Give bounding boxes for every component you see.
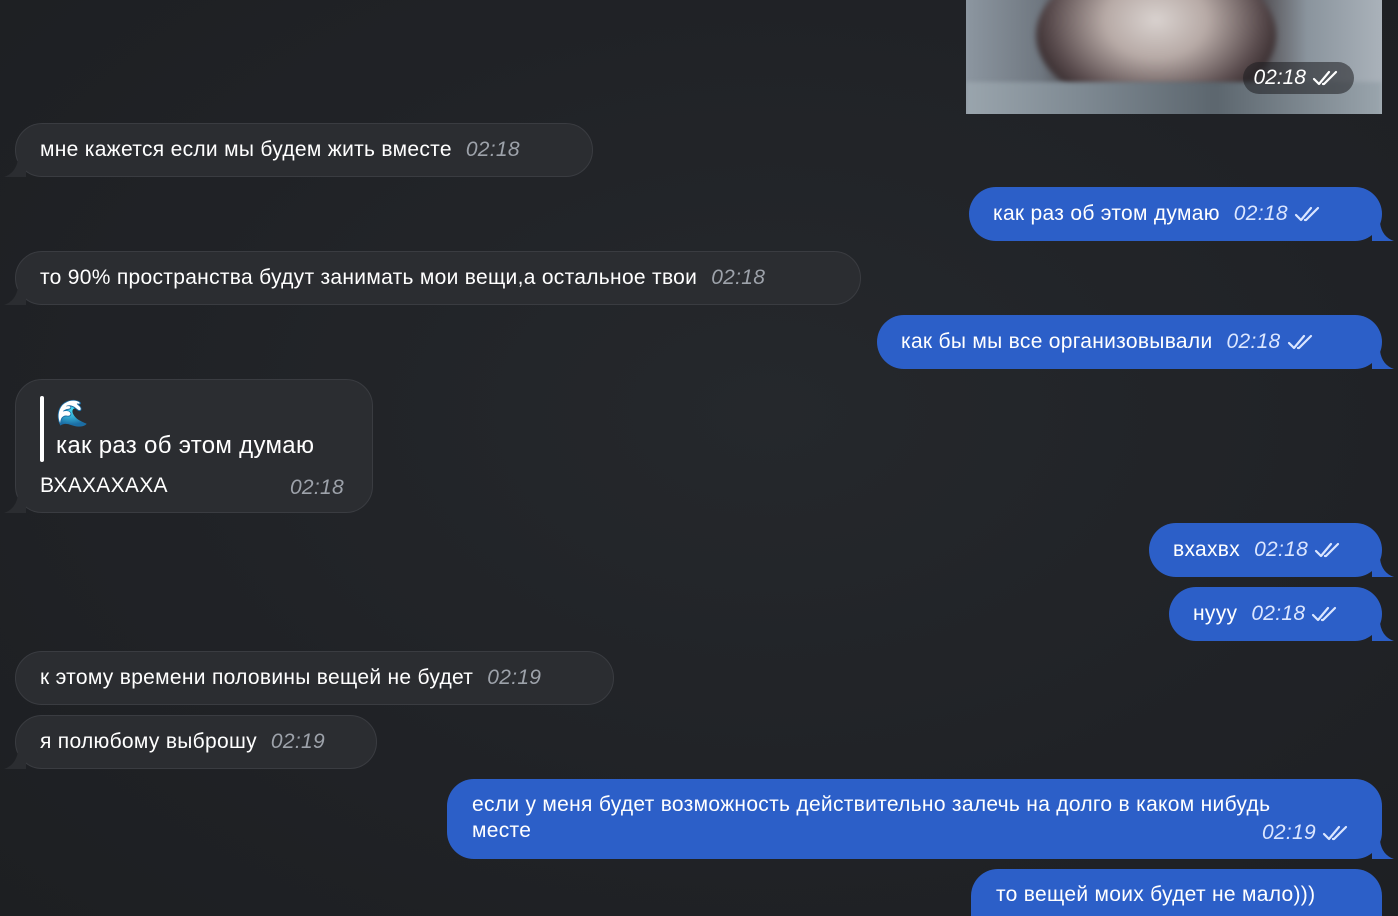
message-text: к этому времени половины вещей не будет — [40, 666, 474, 689]
message-time: 02:18 — [465, 138, 520, 161]
bubble-tail — [4, 287, 26, 305]
message-incoming[interactable]: то 90% пространства будут занимать мои в… — [4, 251, 861, 305]
message-text: я полюбому выброшу — [40, 730, 257, 753]
bubble-tail — [1372, 841, 1394, 859]
bubble-tail — [4, 495, 26, 513]
message-text: вхахвх — [1173, 538, 1241, 561]
bubble-tail — [1372, 223, 1394, 241]
message-outgoing[interactable]: нууу 02:18 — [1169, 587, 1394, 641]
message-incoming-reply[interactable]: 🌊 как раз об этом думаю ВХАХАХАХА 02:18 — [4, 379, 373, 513]
reply-quote-bar — [40, 396, 44, 462]
chat-history[interactable]: 02:18 мне кажется если мы будем жить вме… — [0, 0, 1398, 916]
message-text: нууу — [1193, 602, 1238, 625]
message-text: мне кажется если мы будем жить вместе — [40, 138, 452, 161]
photo-message[interactable]: 02:18 — [966, 0, 1382, 114]
message-text: ВХАХАХАХА — [40, 474, 168, 497]
message-outgoing[interactable]: то вещей моих будет не мало))) — [971, 869, 1382, 916]
message-time: 02:18 — [1233, 202, 1288, 225]
message-text: то 90% пространства будут занимать мои в… — [40, 266, 698, 289]
double-check-icon — [1287, 334, 1312, 350]
message-time: 02:18 — [289, 476, 344, 499]
message-time: 02:19 — [270, 730, 325, 753]
message-outgoing[interactable]: как раз об этом думаю 02:18 — [969, 187, 1394, 241]
double-check-icon — [1322, 825, 1348, 841]
message-time: 02:18 — [1251, 602, 1306, 625]
bubble-tail — [4, 751, 26, 769]
message-outgoing[interactable]: как бы мы все организовывали 02:18 — [877, 315, 1394, 369]
bubble-tail — [1372, 559, 1394, 577]
double-check-icon — [1315, 542, 1340, 558]
bubble-tail — [1372, 623, 1394, 641]
message-text: как раз об этом думаю — [993, 202, 1220, 225]
message-outgoing[interactable]: если у меня будет возможность действител… — [447, 779, 1394, 859]
reply-quoted-text: как раз об этом думаю — [56, 432, 315, 459]
message-text: то вещей моих будет не мало))) — [996, 883, 1316, 906]
bubble-tail — [1372, 351, 1394, 369]
message-incoming[interactable]: к этому времени половины вещей не будет … — [15, 651, 614, 705]
message-time: 02:18 — [1254, 538, 1309, 561]
double-check-icon — [1294, 206, 1319, 222]
message-text: как бы мы все организовывали — [901, 330, 1213, 353]
photo-time-badge: 02:18 — [1243, 62, 1354, 94]
message-time: 02:19 — [487, 666, 542, 689]
double-check-icon — [1312, 606, 1337, 622]
message-time: 02:18 — [1226, 330, 1281, 353]
message-incoming[interactable]: я полюбому выброшу 02:19 — [4, 715, 377, 769]
message-outgoing[interactable]: вхахвх 02:18 — [1149, 523, 1394, 577]
double-check-icon — [1312, 70, 1338, 86]
photo-time: 02:18 — [1253, 66, 1306, 89]
message-text-line-2: месте — [472, 819, 532, 842]
message-text-line-1: если у меня будет возможность действител… — [472, 793, 1271, 816]
wave-emoji: 🌊 — [56, 398, 89, 428]
message-time: 02:19 — [1261, 821, 1316, 844]
message-time: 02:18 — [711, 266, 766, 289]
reply-quote[interactable]: 🌊 как раз об этом думаю — [56, 396, 314, 462]
message-incoming[interactable]: мне кажется если мы будем жить вместе 02… — [4, 123, 593, 177]
bubble-tail — [4, 159, 26, 177]
